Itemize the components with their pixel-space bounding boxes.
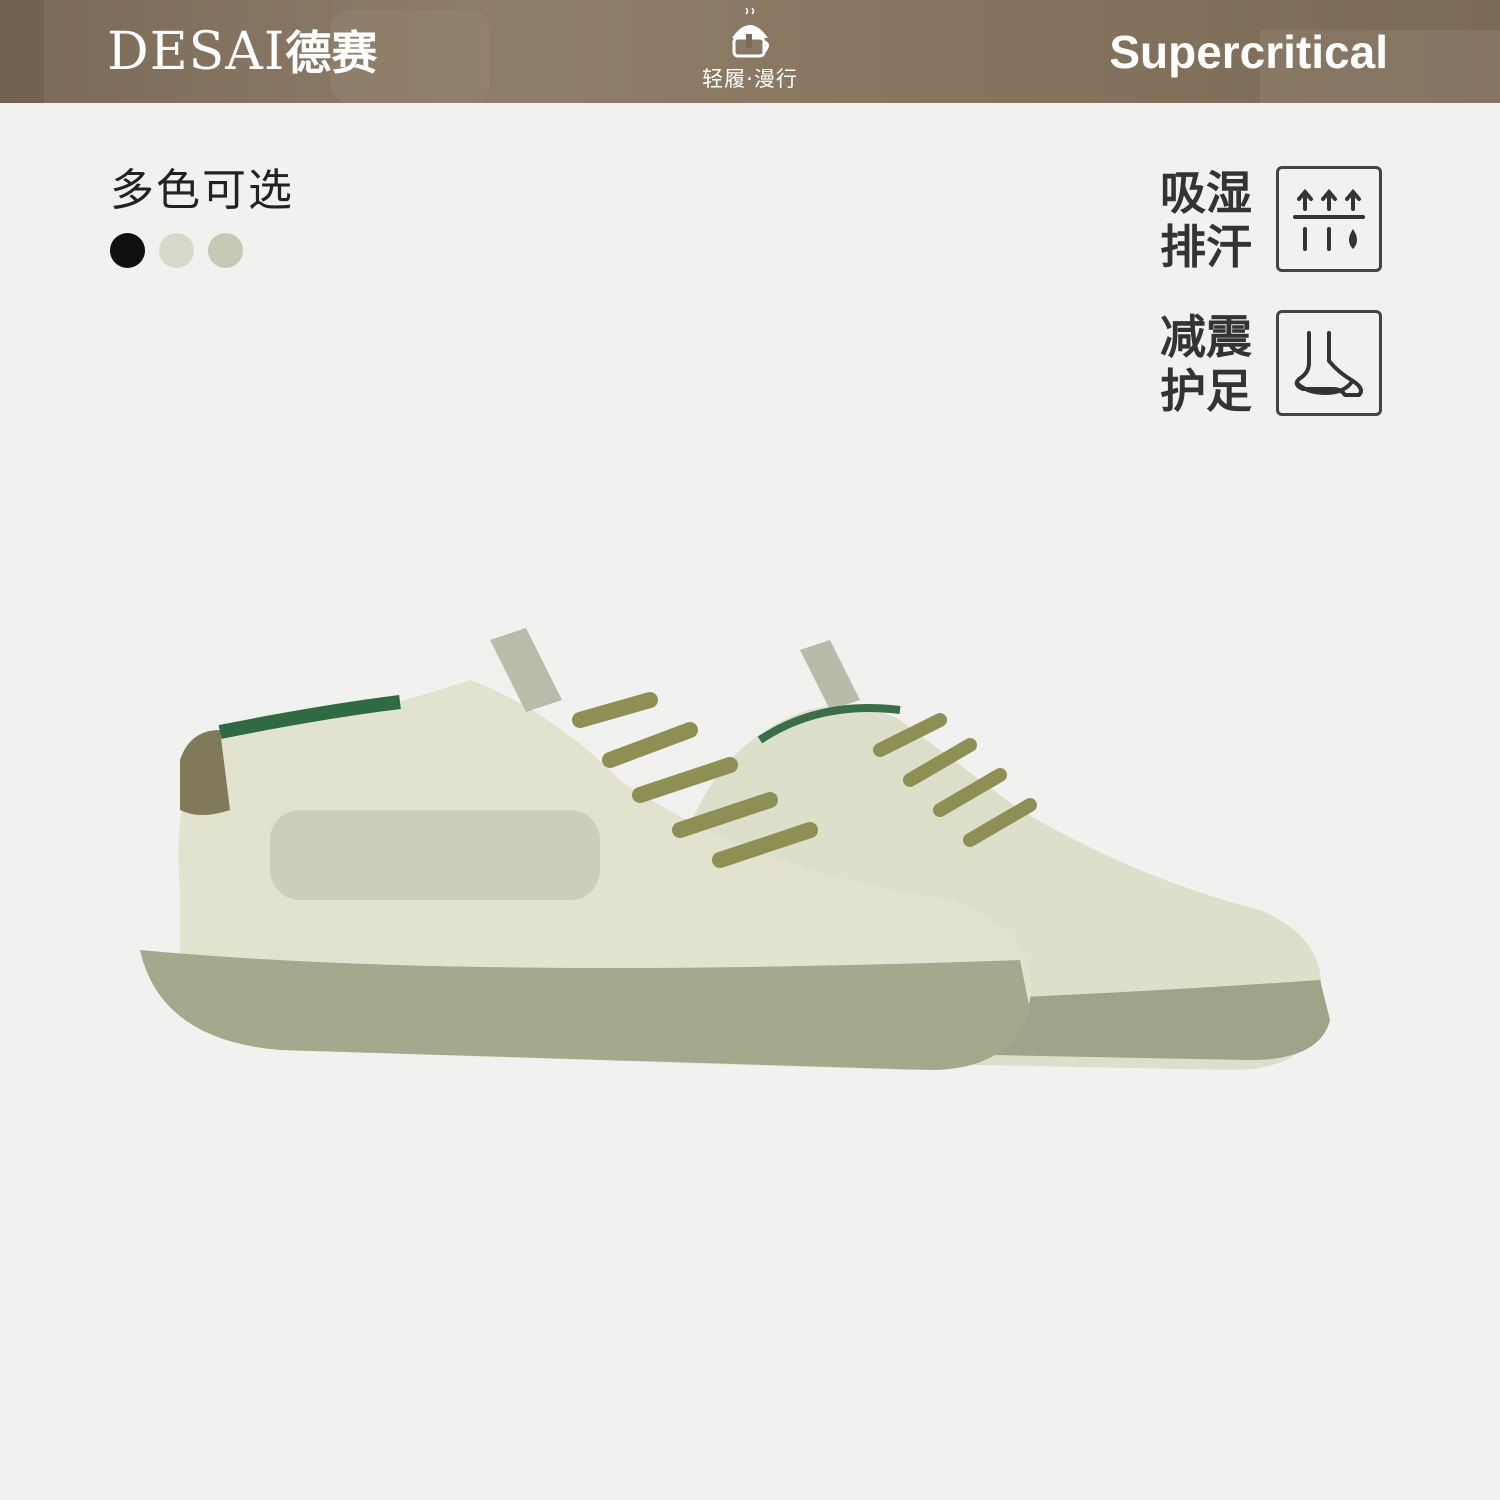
logo-chinese: 德赛	[285, 26, 378, 80]
feature-cushion-line2: 护足	[1160, 364, 1252, 418]
center-badge: 轻履·漫行	[690, 8, 810, 100]
feature-moisture-line2: 排汗	[1160, 220, 1252, 274]
supercritical-title: Supercritical	[1109, 26, 1388, 78]
cushioned-foot-icon	[1276, 310, 1382, 416]
feature-cushion-line1: 减震	[1160, 310, 1252, 364]
slogan: 轻履·漫行	[702, 67, 798, 91]
color-swatches	[110, 233, 243, 268]
swatch-black[interactable]	[110, 233, 145, 268]
swatch-sage[interactable]	[208, 233, 243, 268]
brand-logo[interactable]: DESAI德赛	[107, 22, 377, 83]
product-image	[140, 628, 1330, 1070]
header-banner: DESAI德赛 轻履·漫行 Supercritical	[0, 0, 1500, 103]
feature-cushion: 减震 护足	[1160, 310, 1390, 422]
feature-moisture: 吸湿 排汗	[1160, 166, 1390, 278]
colors-label: 多色可选	[110, 165, 294, 216]
mushroom-cup-icon	[732, 8, 769, 58]
logo-latin: DESAI	[107, 22, 286, 82]
feature-moisture-line1: 吸湿	[1160, 166, 1252, 220]
swatch-cream[interactable]	[159, 233, 194, 268]
moisture-wicking-icon	[1276, 166, 1382, 272]
